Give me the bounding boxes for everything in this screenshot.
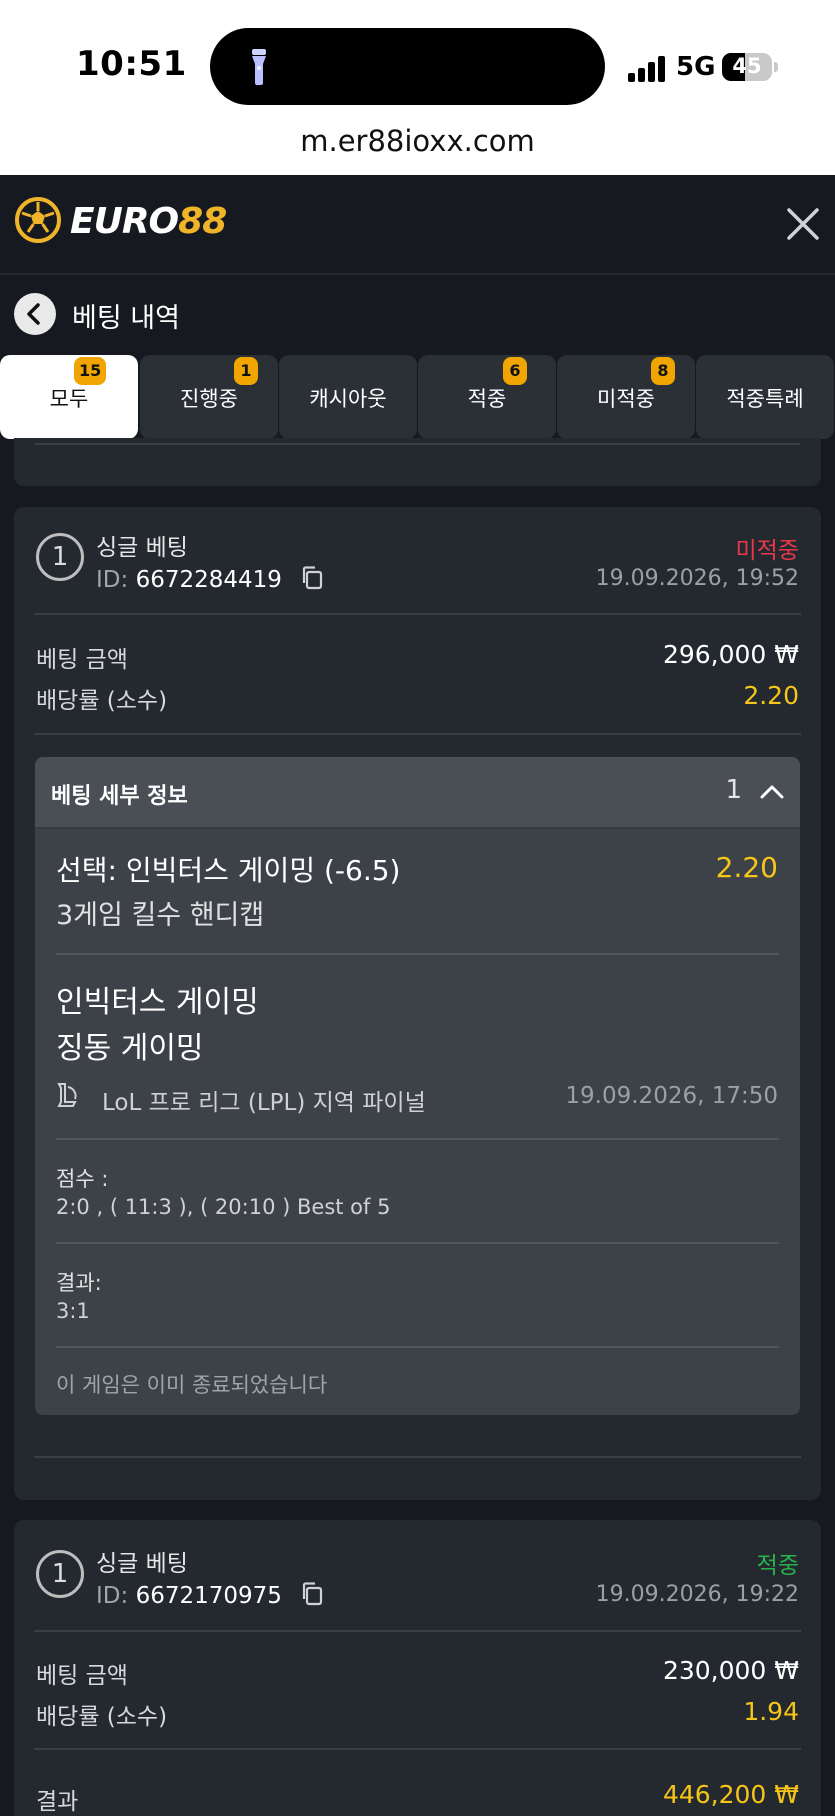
bet-id: ID: 6672284419	[96, 566, 323, 593]
bet-status: 미적중	[735, 538, 799, 564]
bet-datetime: 19.09.2026, 19:52	[595, 566, 799, 591]
tab-label: 적중특례	[726, 387, 804, 411]
bet-filter-tabs: 15 모두 1 진행중 캐시아웃 6 적중 8 미적중 적중특례	[0, 355, 835, 439]
selection-odds: 2.20	[715, 851, 778, 884]
odds-label: 배당률 (소수)	[36, 688, 168, 714]
copy-icon[interactable]	[301, 566, 323, 590]
bet-details-count: 1	[725, 775, 742, 805]
tab-label: 캐시아웃	[309, 387, 387, 411]
tab-cashout[interactable]: 캐시아웃	[279, 355, 417, 439]
address-bar-url[interactable]: m.er88ioxx.com	[0, 124, 835, 158]
odds-value: 1.94	[743, 1697, 799, 1726]
copy-icon[interactable]	[301, 1582, 323, 1606]
game-finished-note: 이 게임은 이미 종료되었습니다	[56, 1373, 328, 1397]
bet-card: 1 싱글 베팅 ID: 6672170975 적중 19.09.2026, 19…	[14, 1520, 821, 1816]
soccer-ball-logo-icon[interactable]	[14, 196, 62, 244]
tab-in-progress[interactable]: 1 진행중	[140, 355, 278, 439]
event-datetime: 19.09.2026, 17:50	[565, 1083, 778, 1109]
market-name: 3게임 킬수 핸디캡	[56, 900, 265, 931]
back-button[interactable]	[14, 293, 56, 335]
site-header: EURO88	[0, 175, 835, 275]
tab-won[interactable]: 6 적중	[418, 355, 556, 439]
brand-logo[interactable]: EURO88	[70, 201, 227, 242]
battery-icon: 45	[722, 53, 778, 81]
bet-status: 적중	[756, 1553, 799, 1579]
league-name: LoL 프로 리그 (LPL) 지역 파이널	[102, 1090, 426, 1116]
tab-label: 모두	[49, 387, 89, 411]
tab-all[interactable]: 15 모두	[0, 355, 138, 439]
tab-badge: 8	[651, 357, 675, 385]
odds-label: 배당률 (소수)	[36, 1704, 168, 1730]
close-icon[interactable]	[786, 207, 820, 241]
score-value: 2:0 , ( 11:3 ), ( 20:10 ) Best of 5	[56, 1195, 391, 1219]
result-label: 결과:	[56, 1271, 102, 1295]
odds-value: 2.20	[743, 681, 799, 710]
battery-level: 45	[732, 54, 762, 78]
payout-label: 결과	[36, 1789, 79, 1815]
chevron-left-icon	[27, 303, 40, 325]
tab-label: 진행중	[180, 387, 238, 411]
team-home: 인빅터스 게이밍	[56, 985, 259, 1020]
tab-special-win[interactable]: 적중특례	[696, 355, 834, 439]
tab-badge: 1	[234, 357, 258, 385]
stake-label: 베팅 금액	[36, 647, 128, 673]
selection-detail: 선택: 인빅터스 게이밍 (-6.5) 2.20 3게임 킬수 핸디캡 인빅터스…	[35, 829, 800, 1415]
bet-details-title: 베팅 세부 정보	[51, 784, 188, 809]
score-label: 점수 :	[56, 1167, 109, 1191]
status-bar: 10:51 5G 45 m.er88ioxx.com	[0, 0, 835, 175]
bet-card: 1 싱글 베팅 ID: 6672284419 미적중 19.09.2026, 1…	[14, 507, 821, 1500]
chevron-up-icon	[760, 785, 784, 799]
signal-icon	[628, 56, 665, 82]
selection-count-badge: 1	[36, 533, 84, 581]
tab-label: 적중	[467, 387, 507, 411]
stake-value: 230,000 ₩	[662, 1656, 799, 1685]
bet-type: 싱글 베팅	[96, 535, 188, 561]
stake-value: 296,000 ₩	[662, 640, 799, 669]
tab-label: 미적중	[597, 387, 655, 411]
tab-badge: 15	[74, 357, 107, 385]
flashlight-icon	[252, 49, 266, 85]
tab-badge: 6	[503, 357, 527, 385]
bet-datetime: 19.09.2026, 19:22	[595, 1582, 799, 1607]
team-away: 징동 게이밍	[56, 1031, 204, 1066]
stake-label: 베팅 금액	[36, 1663, 128, 1689]
bet-details-toggle[interactable]: 베팅 세부 정보 1	[35, 757, 800, 827]
result-value: 3:1	[56, 1299, 90, 1323]
bet-id: ID: 6672170975	[96, 1582, 323, 1609]
page-title: 베팅 내역	[72, 303, 180, 334]
league-of-legends-icon	[57, 1083, 77, 1107]
dynamic-island	[210, 28, 605, 105]
network-type: 5G	[676, 52, 716, 82]
payout-value: 446,200 ₩	[662, 1780, 799, 1809]
selection-count-badge: 1	[36, 1550, 84, 1598]
bet-card-previous	[14, 438, 821, 486]
clock: 10:51	[76, 44, 187, 84]
selection-name: 선택: 인빅터스 게이밍 (-6.5)	[56, 854, 401, 887]
tab-lost[interactable]: 8 미적중	[557, 355, 695, 439]
bet-details-panel: 베팅 세부 정보 1 선택: 인빅터스 게이밍 (-6.5) 2.20 3게임 …	[35, 757, 800, 1415]
page-title-bar: 베팅 내역	[0, 277, 835, 353]
bet-type: 싱글 베팅	[96, 1551, 188, 1577]
